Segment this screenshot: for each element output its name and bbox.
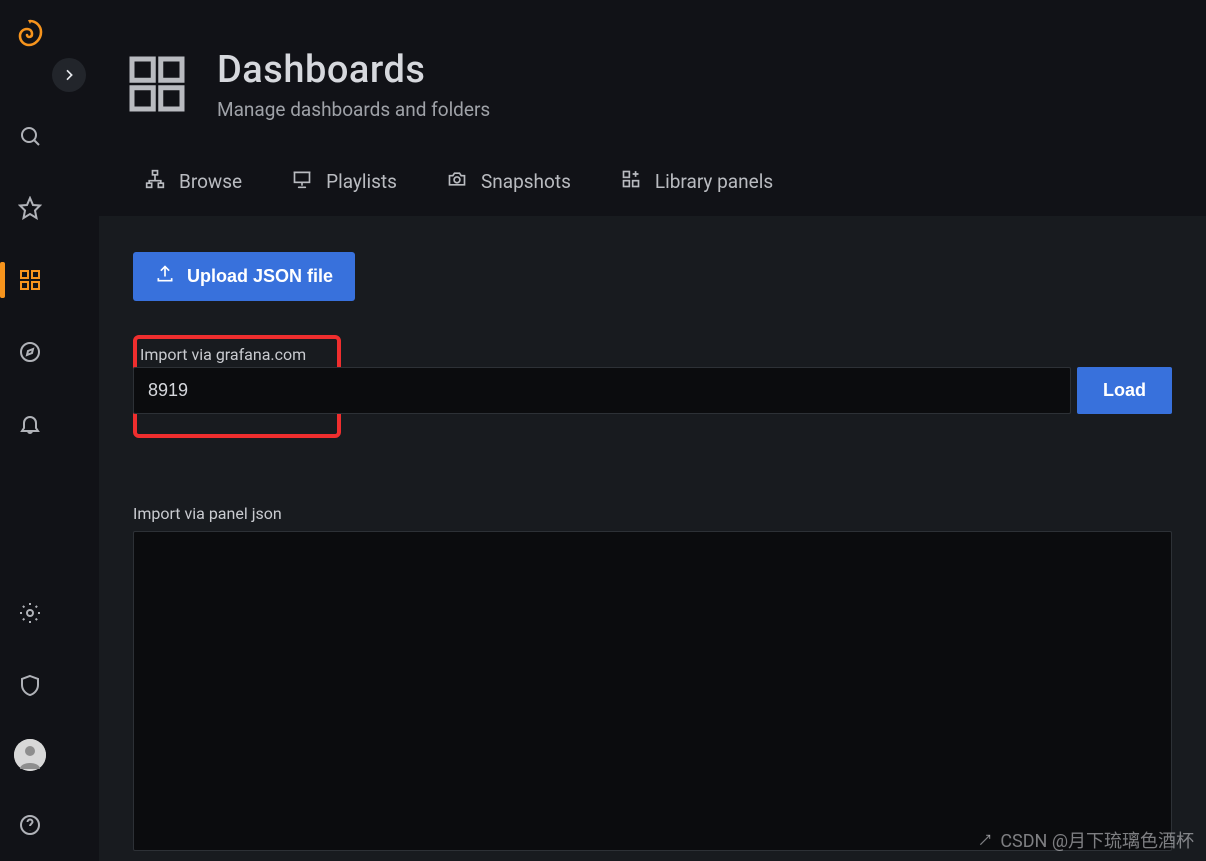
main-area: Dashboards Manage dashboards and folders… bbox=[75, 0, 1206, 861]
tabs-row: Browse Playlists Snapshots Library panel… bbox=[75, 131, 1206, 216]
page-header: Dashboards Manage dashboards and folders bbox=[75, 0, 1206, 121]
nav-user-avatar[interactable] bbox=[14, 739, 46, 771]
grafana-logo[interactable] bbox=[14, 18, 46, 50]
upload-json-label: Upload JSON file bbox=[187, 266, 333, 287]
load-button[interactable]: Load bbox=[1077, 367, 1172, 414]
sitemap-icon bbox=[145, 169, 165, 194]
tab-browse[interactable]: Browse bbox=[145, 169, 242, 194]
import-panel-json-group: Import via panel json bbox=[133, 504, 1172, 855]
sidebar-expand-toggle[interactable] bbox=[52, 58, 86, 92]
tab-library-panels[interactable]: Library panels bbox=[621, 169, 773, 194]
nav-dashboards[interactable] bbox=[0, 244, 60, 316]
tab-playlists[interactable]: Playlists bbox=[292, 169, 397, 194]
nav-starred[interactable] bbox=[0, 172, 60, 244]
import-grafana-input[interactable] bbox=[133, 367, 1071, 414]
presentation-icon bbox=[292, 169, 312, 194]
nav-search[interactable] bbox=[0, 100, 60, 172]
tab-label: Playlists bbox=[326, 170, 397, 193]
nav-alerting[interactable] bbox=[0, 388, 60, 460]
page-title: Dashboards bbox=[217, 48, 490, 92]
import-grafana-label: Import via grafana.com bbox=[137, 339, 333, 364]
upload-icon bbox=[155, 264, 175, 289]
import-panel-json-textarea[interactable] bbox=[133, 531, 1172, 851]
dashboards-icon bbox=[127, 54, 187, 114]
sidebar-rail bbox=[0, 0, 60, 861]
content-panel: Upload JSON file Import via grafana.com … bbox=[99, 216, 1206, 861]
rail-divider bbox=[60, 0, 75, 861]
tab-snapshots[interactable]: Snapshots bbox=[447, 169, 571, 194]
tab-label: Browse bbox=[179, 170, 242, 193]
import-panel-json-label: Import via panel json bbox=[133, 504, 1172, 523]
library-panel-icon bbox=[621, 169, 641, 194]
nav-admin[interactable] bbox=[0, 649, 60, 721]
nav-configuration[interactable] bbox=[0, 577, 60, 649]
page-subtitle: Manage dashboards and folders bbox=[217, 98, 490, 121]
nav-explore[interactable] bbox=[0, 316, 60, 388]
upload-json-button[interactable]: Upload JSON file bbox=[133, 252, 355, 301]
tab-label: Snapshots bbox=[481, 170, 571, 193]
nav-help[interactable] bbox=[0, 789, 60, 861]
tab-label: Library panels bbox=[655, 170, 773, 193]
camera-icon bbox=[447, 169, 467, 194]
import-grafana-group: Import via grafana.com Load bbox=[133, 335, 1172, 438]
